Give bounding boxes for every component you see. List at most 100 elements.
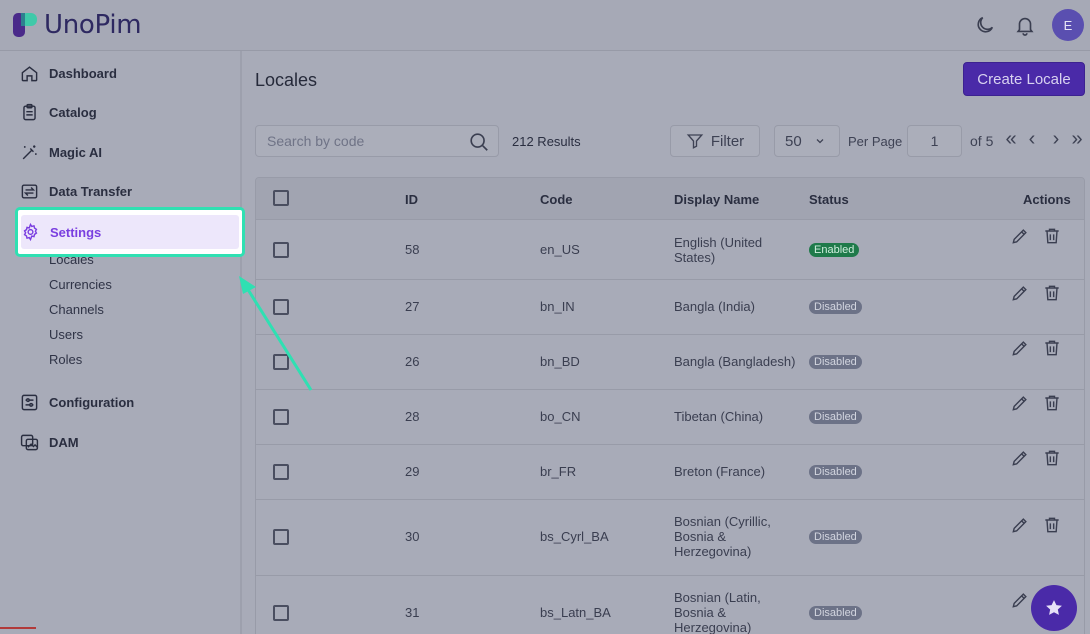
cell-id: 28 [405, 409, 420, 424]
row-checkbox[interactable] [273, 529, 289, 545]
user-avatar[interactable]: E [1052, 9, 1084, 41]
sidebar-item-catalog[interactable]: Catalog [20, 103, 97, 122]
status-badge: Disabled [809, 300, 862, 314]
cell-code: en_US [540, 242, 580, 257]
sidebar-item-data-transfer[interactable]: Data Transfer [20, 182, 132, 201]
column-actions: Actions [1023, 192, 1071, 207]
main-content: Locales Create Locale 212 Results Filter… [242, 51, 1090, 634]
edit-icon[interactable] [1010, 515, 1030, 535]
sidebar-item-settings-highlight[interactable]: Settings [15, 207, 245, 257]
row-checkbox[interactable] [273, 464, 289, 480]
table-row[interactable]: 27 bn_IN Bangla (India) Disabled [256, 280, 1084, 335]
sidebar-sub-users[interactable]: Users [49, 327, 83, 342]
edit-icon[interactable] [1010, 590, 1030, 610]
table-row[interactable]: 26 bn_BD Bangla (Bangladesh) Disabled [256, 335, 1084, 390]
next-page-button[interactable]: › [1048, 129, 1064, 149]
cell-id: 30 [405, 529, 420, 544]
sidebar-sub-currencies[interactable]: Currencies [49, 277, 112, 292]
cell-display-name: Bosnia & [674, 529, 727, 544]
sidebar-item-label: Configuration [49, 395, 135, 410]
edit-icon[interactable] [1010, 448, 1030, 468]
transfer-icon [20, 182, 39, 201]
sliders-icon [20, 393, 39, 412]
sidebar-item-label: Settings [50, 224, 102, 240]
prev-page-button[interactable]: ‹ [1024, 129, 1040, 149]
filter-icon [686, 134, 704, 149]
status-badge: Disabled [809, 530, 862, 544]
edit-icon[interactable] [1010, 226, 1030, 246]
page-number-input[interactable]: 1 [907, 125, 962, 157]
sidebar-item-label: Magic AI [49, 145, 102, 160]
row-checkbox[interactable] [273, 242, 289, 258]
cell-id: 26 [405, 354, 420, 369]
column-display-name[interactable]: Display Name [674, 192, 759, 207]
locales-table: ID Code Display Name Status Actions 58 e… [255, 177, 1085, 634]
create-locale-button[interactable]: Create Locale [963, 62, 1085, 96]
table-row[interactable]: 58 en_US English (United States) Enabled [256, 220, 1084, 280]
page-title: Locales [255, 70, 318, 90]
search-icon[interactable] [468, 131, 490, 156]
cell-code: bs_Latn_BA [540, 605, 611, 620]
filter-button[interactable]: Filter [670, 125, 760, 157]
per-page-value: 50 [785, 132, 802, 150]
per-page-label: Per Page [848, 134, 903, 149]
cell-display-name: Tibetan (China) [674, 409, 764, 424]
sidebar-item-settings[interactable]: Settings [21, 215, 239, 249]
delete-icon[interactable] [1042, 283, 1062, 303]
row-checkbox[interactable] [273, 299, 289, 315]
column-code[interactable]: Code [540, 192, 573, 207]
row-checkbox[interactable] [273, 605, 289, 621]
sidebar-item-label: Dashboard [49, 66, 117, 81]
edit-icon[interactable] [1010, 283, 1030, 303]
select-all-checkbox[interactable] [273, 190, 289, 206]
table-row[interactable]: 28 bo_CN Tibetan (China) Disabled [256, 390, 1084, 445]
sidebar-item-configuration[interactable]: Configuration [20, 393, 134, 412]
first-page-button[interactable]: « [1003, 129, 1019, 149]
chevron-down-icon [816, 139, 824, 144]
row-checkbox[interactable] [273, 354, 289, 370]
cell-display-name: Bosnian (Latin, [674, 590, 761, 605]
cell-display-name: English (United [674, 235, 763, 250]
column-id[interactable]: ID [405, 192, 418, 207]
app-name: UnoPim [44, 10, 142, 40]
favorite-fab-button[interactable] [1031, 585, 1077, 631]
status-badge: Disabled [809, 606, 862, 620]
per-page-select[interactable]: 50 [774, 125, 840, 157]
sidebar-sub-channels[interactable]: Channels [49, 302, 104, 317]
status-badge: Disabled [809, 465, 862, 479]
delete-icon[interactable] [1042, 338, 1062, 358]
cell-display-name: Bosnia & [674, 605, 727, 620]
page-total: of 5 [970, 133, 994, 149]
status-badge: Disabled [809, 410, 862, 424]
table-row[interactable]: 31 bs_Latn_BA Bosnian (Latin, Bosnia & H… [256, 576, 1084, 634]
cell-display-name: Bangla (Bangladesh) [674, 354, 796, 369]
edit-icon[interactable] [1010, 393, 1030, 413]
cell-id: 31 [405, 605, 420, 620]
delete-icon[interactable] [1042, 393, 1062, 413]
column-status[interactable]: Status [809, 192, 849, 207]
star-icon [1046, 600, 1062, 615]
clipboard-icon [20, 103, 39, 122]
last-page-button[interactable]: » [1069, 129, 1085, 149]
sidebar-item-label: DAM [49, 435, 79, 450]
search-field[interactable] [255, 125, 499, 157]
row-checkbox[interactable] [273, 409, 289, 425]
delete-icon[interactable] [1042, 515, 1062, 535]
sidebar: Dashboard Catalog Magic AI Data Transfer… [0, 51, 242, 634]
sidebar-item-dam[interactable]: DAM [20, 433, 79, 452]
bell-icon[interactable] [1012, 12, 1038, 38]
sidebar-item-dashboard[interactable]: Dashboard [20, 64, 117, 83]
app-logo[interactable]: UnoPim [12, 10, 142, 40]
delete-icon[interactable] [1042, 226, 1062, 246]
sidebar-item-magic-ai[interactable]: Magic AI [20, 143, 102, 162]
cell-display-name: States) [674, 250, 716, 265]
edit-icon[interactable] [1010, 338, 1030, 358]
progress-indicator [0, 627, 36, 629]
table-row[interactable]: 30 bs_Cyrl_BA Bosnian (Cyrillic, Bosnia … [256, 500, 1084, 576]
moon-icon[interactable] [972, 12, 998, 38]
search-input[interactable] [267, 133, 467, 149]
sidebar-sub-roles[interactable]: Roles [49, 352, 82, 367]
delete-icon[interactable] [1042, 448, 1062, 468]
cell-display-name: Bosnian (Cyrillic, [674, 514, 771, 529]
table-row[interactable]: 29 br_FR Breton (France) Disabled [256, 445, 1084, 500]
